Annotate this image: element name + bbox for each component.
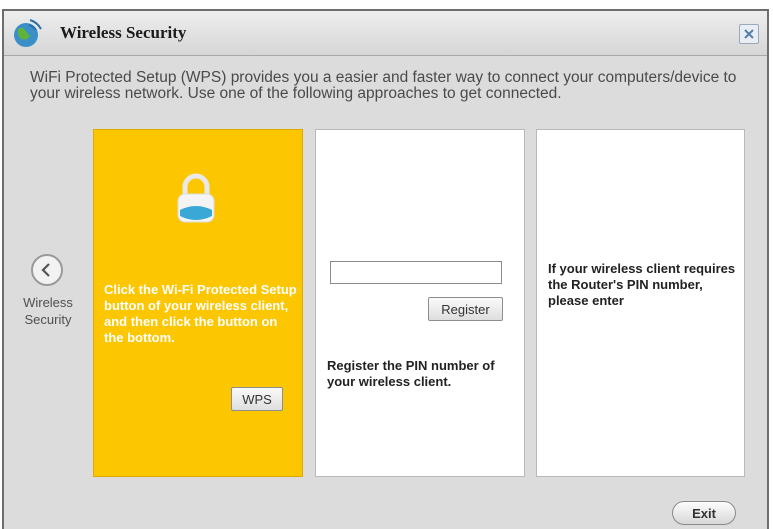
register-instructions: Register the PIN number of your wireless…: [327, 358, 495, 389]
back-button[interactable]: [31, 254, 63, 286]
intro-text: WiFi Protected Setup (WPS) provides you …: [30, 69, 737, 102]
title-bar: Wireless Security: [4, 11, 767, 56]
register-button[interactable]: Register: [428, 297, 503, 321]
router-pin-instructions: If your wireless client requires the Rou…: [548, 261, 736, 308]
dialog-title: Wireless Security: [60, 23, 187, 42]
back-label[interactable]: Wireless Security: [10, 294, 86, 328]
close-icon: [744, 29, 754, 39]
close-button[interactable]: [739, 24, 759, 44]
exit-button[interactable]: Exit: [672, 501, 736, 525]
router-pin-panel: If your wireless client requires the Rou…: [536, 129, 745, 477]
wireless-globe-icon: [14, 19, 42, 47]
wps-instructions: Click the Wi-Fi Protected Setup button o…: [104, 282, 297, 345]
register-pin-panel: Register Register the PIN number of your…: [315, 129, 525, 477]
lock-icon: [177, 173, 215, 223]
chevron-left-icon: [41, 263, 50, 277]
wireless-security-dialog: Wireless Security WiFi Protected Setup (…: [2, 9, 769, 529]
pin-input[interactable]: [330, 261, 502, 284]
wps-button[interactable]: WPS: [231, 387, 283, 411]
wps-button-panel: Click the Wi-Fi Protected Setup button o…: [93, 129, 303, 477]
